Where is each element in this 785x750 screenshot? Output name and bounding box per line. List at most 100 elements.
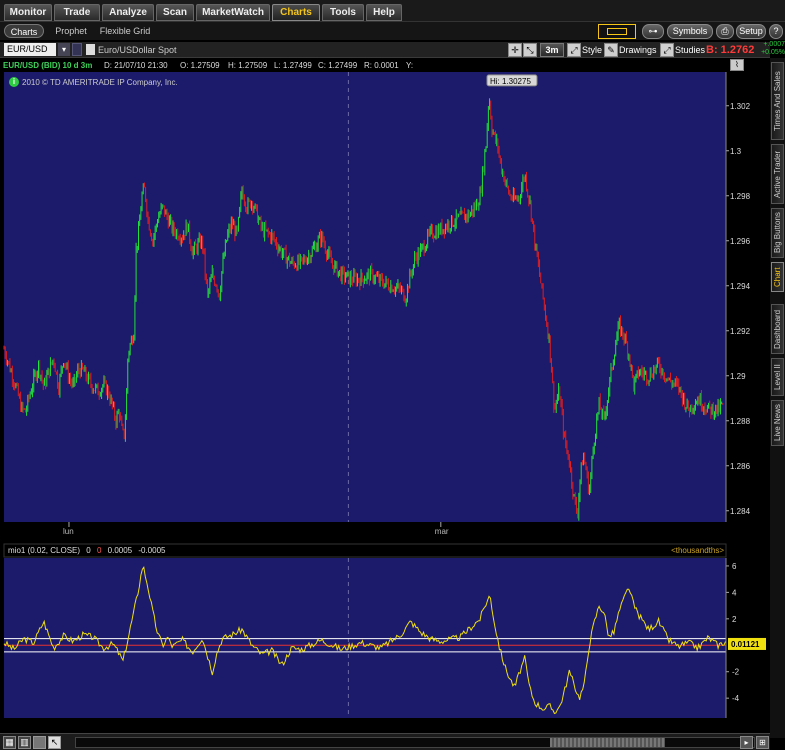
crosshair-icon[interactable]: ✛	[508, 43, 522, 57]
sub-nav: Charts Prophet Flexible Grid ⊶ Symbols ⎙…	[0, 22, 785, 40]
time-axis-strip	[4, 522, 726, 542]
price-tick-label: 1.284	[730, 507, 751, 516]
grid-icon[interactable]: ▦	[3, 736, 16, 749]
info-low: L: 1.27499	[274, 61, 312, 70]
price-tick-label: 1.288	[730, 417, 751, 426]
chart-toolbar: EUR/USD ▾ Euro/USDollar Spot ✛ ⤡ 3m ⤢ St…	[0, 42, 770, 58]
osc-tick-label: -4	[732, 694, 740, 703]
help-icon[interactable]: ?	[769, 24, 783, 39]
study-param-1: 0	[86, 546, 91, 555]
study-unit: <thousandths>	[671, 546, 724, 555]
style-icon[interactable]: ⤢	[567, 43, 581, 57]
chart-area: Hi: 1.30275 1.302 1.3 1.298 1.296 1.294 1.292…	[0, 72, 785, 750]
symbol-input[interactable]: EUR/USD	[4, 43, 56, 56]
time-tick-label: mar	[435, 527, 449, 536]
side-panel: Times And Sales Active Trader Big Button…	[770, 58, 785, 738]
side-tab-chart[interactable]: Chart	[771, 262, 784, 292]
setup-button[interactable]: Setup	[736, 24, 766, 39]
zoom-fit-icon[interactable]: ⊞	[756, 736, 769, 749]
copyright-text: 2010 © TD AMERITRADE IP Company, Inc.	[22, 78, 178, 87]
osc-tick-label: 4	[732, 588, 737, 597]
symbols-button[interactable]: Symbols	[667, 24, 713, 39]
change-percent: +0.05%	[761, 49, 785, 56]
swatch-inner	[607, 28, 627, 35]
scroll-right-icon[interactable]: ▸	[740, 736, 753, 749]
price-tick-label: 1.294	[730, 282, 751, 291]
layout-icon[interactable]: ▥	[18, 736, 31, 749]
study-param-4: -0.0005	[138, 546, 166, 555]
info-symbol-spec: EUR/USD (BID) 10 d 3m	[3, 61, 93, 70]
info-y: Y:	[406, 61, 414, 70]
main-nav: Monitor Trade Analyze Scan MarketWatch C…	[0, 0, 785, 22]
nav-tab-trade[interactable]: Trade	[54, 4, 100, 21]
timeframe-button[interactable]: 3m	[540, 43, 564, 57]
price-tick-label: 1.302	[730, 102, 751, 111]
pointer-icon[interactable]: ↖	[48, 736, 61, 749]
side-tab-big-buttons[interactable]: Big Buttons	[771, 208, 784, 258]
blank-icon[interactable]	[33, 736, 46, 749]
link-color-icon[interactable]	[72, 43, 82, 56]
symbol-description: Euro/USDollar Spot	[98, 45, 177, 55]
study-name: mio1 (0.02, CLOSE)	[8, 546, 81, 555]
subtab-prophet[interactable]: Prophet	[50, 24, 92, 38]
subtab-flexible-grid[interactable]: Flexible Grid	[96, 24, 154, 38]
study-param-3: 0.0005	[107, 546, 133, 555]
price-tick-label: 1.298	[730, 192, 751, 201]
price-tick-label: 1.296	[730, 237, 751, 246]
chart-svg: Hi: 1.30275 1.3021.31.2981.2961.2941.292…	[3, 72, 766, 718]
studies-icon[interactable]: ⤢	[660, 43, 674, 57]
osc-tick-label: 2	[732, 615, 737, 624]
drawings-button[interactable]: Drawings	[619, 42, 657, 58]
nav-tab-charts[interactable]: Charts	[272, 4, 320, 21]
side-tab-dashboard[interactable]: Dashboard	[771, 304, 784, 354]
symbol-dropdown-icon[interactable]: ▾	[58, 43, 70, 56]
side-tab-active-trader[interactable]: Active Trader	[771, 144, 784, 204]
change-up: +.0007	[763, 41, 785, 48]
price-tick-label: 1.286	[730, 462, 751, 471]
info-date: D: 21/07/10 21:30	[104, 61, 168, 70]
chart-mode-icon[interactable]: ⌇	[730, 59, 744, 71]
subtab-charts[interactable]: Charts	[4, 24, 44, 38]
osc-tick-label: 6	[732, 562, 737, 571]
study-param-2: 0	[96, 546, 102, 555]
link-icon[interactable]: ⊶	[642, 24, 664, 39]
price-info-bar: EUR/USD (BID) 10 d 3m D: 21/07/10 21:30 …	[0, 59, 728, 72]
color-swatch[interactable]	[598, 24, 636, 39]
nav-tab-analyze[interactable]: Analyze	[102, 4, 154, 21]
zoom-icon[interactable]: ⤡	[523, 43, 537, 57]
price-tick-label: 1.292	[730, 327, 751, 336]
price-tick-label: 1.29	[730, 372, 746, 381]
info-open: O: 1.27509	[180, 61, 220, 70]
info-icon[interactable]: i	[9, 77, 19, 87]
nav-tab-tools[interactable]: Tools	[322, 4, 364, 21]
price-plot-background[interactable]	[4, 72, 726, 522]
side-tab-times-and-sales[interactable]: Times And Sales	[771, 62, 784, 140]
nav-tab-help[interactable]: Help	[366, 4, 402, 21]
info-high: H: 1.27509	[228, 61, 268, 70]
style-button[interactable]: Style	[582, 42, 602, 58]
study-title: mio1 (0.02, CLOSE) 0 0 0.0005 -0.0005	[8, 545, 165, 556]
time-scrollbar[interactable]	[75, 737, 755, 748]
oscillator-plot-background[interactable]	[4, 558, 726, 718]
nav-tab-marketwatch[interactable]: MarketWatch	[196, 4, 270, 21]
bid-price: B: 1.2762	[706, 44, 755, 56]
document-icon[interactable]	[86, 44, 95, 55]
osc-value-tag: 0.01121	[731, 640, 760, 649]
studies-button[interactable]: Studies	[675, 42, 705, 58]
print-icon[interactable]: ⎙	[716, 24, 734, 39]
side-tab-level-ii[interactable]: Level II	[771, 358, 784, 396]
info-range: R: 0.0001	[364, 61, 399, 70]
hi-label: Hi: 1.30275	[490, 77, 531, 86]
nav-tab-scan[interactable]: Scan	[156, 4, 194, 21]
side-tab-live-news[interactable]: Live News	[771, 400, 784, 446]
osc-tick-label: -2	[732, 668, 740, 677]
oscillator-axis: 6 4 2 -2 -4 0.01121	[725, 558, 766, 718]
info-close: C: 1.27499	[318, 61, 358, 70]
nav-tab-monitor[interactable]: Monitor	[4, 4, 52, 21]
bottom-bar: ▦ ▥ ↖ ▸ ⊞	[0, 733, 770, 750]
price-tick-label: 1.3	[730, 147, 742, 156]
drawings-icon[interactable]: ✎	[604, 43, 618, 57]
price-axis: 1.302 1.3 1.298 1.296 1.294 1.292 1.29 1.288 1.2…	[725, 72, 751, 522]
scrollbar-thumb[interactable]	[550, 738, 665, 747]
time-tick-label: lun	[63, 527, 74, 536]
